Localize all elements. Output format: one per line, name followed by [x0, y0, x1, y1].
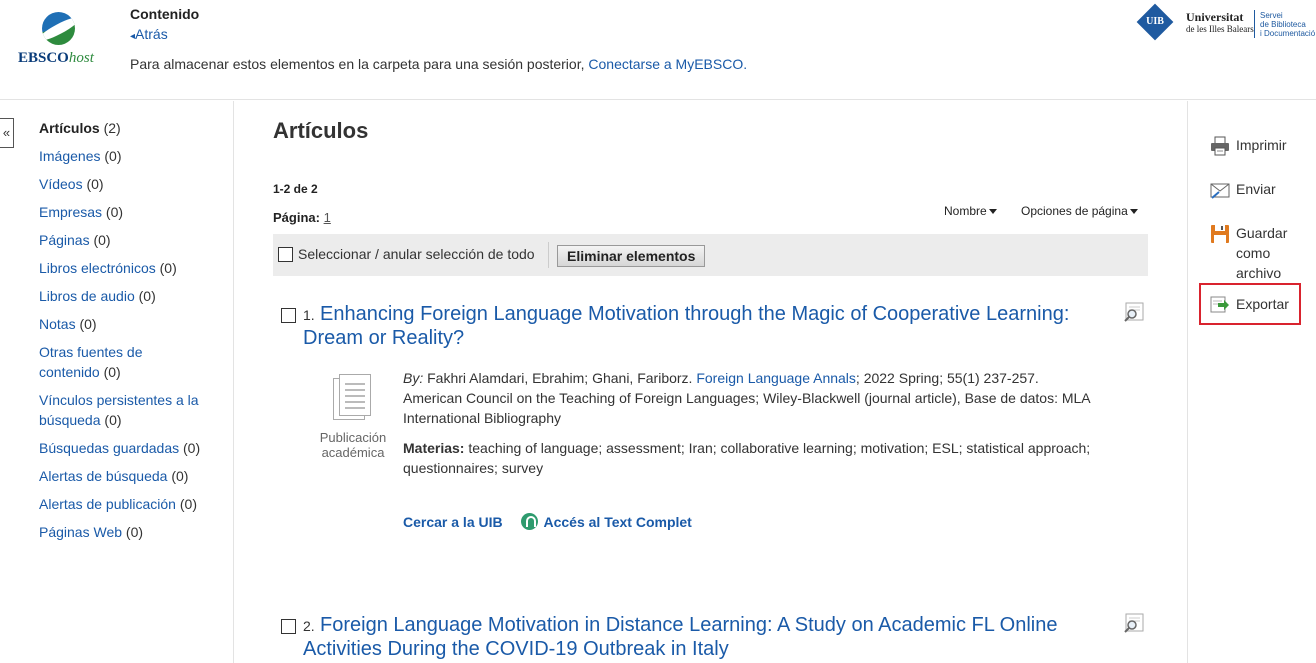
- result-title-link[interactable]: Foreign Language Motivation in Distance …: [303, 613, 1093, 661]
- result-checkbox[interactable]: [281, 308, 296, 323]
- nav-item-libros-de-audio[interactable]: Libros de audio (0): [39, 286, 229, 306]
- export-label: Exportar: [1236, 296, 1289, 312]
- pagination: Página: 1: [273, 210, 331, 225]
- fulltext-icon: [520, 513, 538, 531]
- subjects: Materias: teaching of language; assessme…: [403, 438, 1093, 478]
- nav-item-articulos[interactable]: Artículos (2): [39, 118, 229, 138]
- nav-item-paginas-web[interactable]: Páginas Web (0): [39, 522, 229, 542]
- uib-name-main: Universitat: [1186, 10, 1244, 24]
- cercar-uib-link[interactable]: Cercar a la UIB: [403, 514, 503, 530]
- sort-dropdown[interactable]: Nombre: [944, 204, 997, 218]
- results-range: 1-2 de 2: [273, 182, 318, 196]
- ebsco-brand: EBSCO: [18, 50, 69, 66]
- collapse-sidebar-button[interactable]: «: [0, 118, 14, 148]
- subjects-label: Materias:: [403, 440, 465, 456]
- section-title: Contenido: [130, 6, 200, 22]
- result-title-link[interactable]: Enhancing Foreign Language Motivation th…: [303, 302, 1093, 350]
- nav-item-otras-fuentes[interactable]: Otras fuentes de contenido (0): [39, 342, 169, 382]
- ebsco-brand-suffix: host: [68, 50, 94, 66]
- uib-service-line1: Servei: [1260, 11, 1283, 20]
- chevron-down-icon: [1129, 209, 1138, 215]
- citation: By: Fakhri Alamdari, Ebrahim; Ghani, Far…: [403, 368, 1093, 428]
- uib-badge: UIB: [1146, 16, 1164, 27]
- page-label: Página:: [273, 210, 320, 225]
- envelope-icon: [1210, 183, 1230, 199]
- chevron-down-icon: [988, 209, 997, 215]
- ebsco-logo[interactable]: EBSCOhost: [18, 12, 108, 72]
- delete-items-button[interactable]: Eliminar elementos: [557, 245, 706, 267]
- nav-item-empresas[interactable]: Empresas (0): [39, 202, 229, 222]
- left-divider: [233, 101, 234, 663]
- result-links: Cercar a la UIB Accés al Text Complet: [403, 513, 692, 531]
- printer-icon: [1211, 136, 1229, 156]
- nav-item-paginas[interactable]: Páginas (0): [39, 230, 229, 250]
- subjects-list: teaching of language; assessment; Iran; …: [403, 440, 1091, 476]
- page-options-dropdown[interactable]: Opciones de página: [1021, 204, 1138, 218]
- header: EBSCOhost Contenido ◂Atrás Para almacena…: [0, 0, 1316, 100]
- nav-item-imagenes[interactable]: Imágenes (0): [39, 146, 229, 166]
- uib-name-sub: de les Illes Balears: [1186, 24, 1254, 34]
- uib-name: Universitat de les Illes Balears: [1186, 11, 1254, 35]
- save-label: Guardar como archivo: [1236, 225, 1288, 281]
- back-link[interactable]: ◂Atrás: [130, 26, 168, 42]
- back-label: Atrás: [135, 26, 168, 42]
- journal-link[interactable]: Foreign Language Annals: [696, 370, 856, 386]
- toolbar-separator: [548, 242, 549, 268]
- uib-service: Servei de Biblioteca i Documentació: [1260, 11, 1315, 38]
- authors: Fakhri Alamdari, Ebrahim; Ghani, Faribor…: [427, 370, 693, 386]
- nav-item-notas[interactable]: Notas (0): [39, 314, 229, 334]
- result-details: By: Fakhri Alamdari, Ebrahim; Ghani, Far…: [403, 368, 1093, 478]
- send-label: Enviar: [1236, 181, 1276, 197]
- by-label: By:: [403, 370, 424, 386]
- result-checkbox[interactable]: [281, 619, 296, 634]
- academic-journal-icon: [329, 372, 377, 424]
- nav-item-alertas-de-publicacion[interactable]: Alertas de publicación (0): [39, 494, 229, 514]
- select-all-checkbox[interactable]: [278, 246, 293, 262]
- floppy-disk-icon: [1211, 225, 1229, 243]
- page-number-link[interactable]: 1: [324, 210, 331, 225]
- page-title: Artículos: [273, 118, 369, 143]
- page-options-label: Opciones de página: [1021, 204, 1128, 218]
- publication-type-label: Publicación académica: [319, 430, 387, 460]
- print-label: Imprimir: [1236, 137, 1287, 153]
- publication-type: Publicación académica: [311, 372, 395, 460]
- select-all[interactable]: Seleccionar / anular selección de todo: [278, 246, 535, 262]
- storage-message: Para almacenar estos elementos en la car…: [130, 56, 747, 72]
- export-tool[interactable]: Exportar: [1199, 283, 1301, 325]
- myebsco-signin-link[interactable]: Conectarse a MyEBSCO.: [588, 56, 747, 72]
- storage-message-text: Para almacenar estos elementos en la car…: [130, 56, 585, 72]
- uib-service-line2: de Biblioteca: [1260, 20, 1306, 29]
- nav-item-busquedas-guardadas[interactable]: Búsquedas guardadas (0): [39, 438, 229, 458]
- content-type-nav: Artículos (2) Imágenes (0) Vídeos (0) Em…: [39, 118, 229, 550]
- preview-magnifier-icon[interactable]: [1123, 613, 1145, 633]
- nav-item-libros-electronicos[interactable]: Libros electrónicos (0): [39, 258, 229, 278]
- ebsco-globe-icon: [42, 12, 75, 45]
- preview-magnifier-icon[interactable]: [1123, 302, 1145, 322]
- nav-item-videos[interactable]: Vídeos (0): [39, 174, 229, 194]
- uib-logo[interactable]: UIB Universitat de les Illes Balears Ser…: [1136, 3, 1316, 46]
- nav-item-vinculos-persistentes[interactable]: Vínculos persistentes a la búsqueda (0): [39, 390, 209, 430]
- export-icon: [1210, 296, 1229, 313]
- selection-toolbar: Seleccionar / anular selección de todo E…: [273, 234, 1148, 276]
- uib-separator: [1254, 10, 1255, 38]
- right-divider: [1187, 101, 1188, 663]
- nav-item-alertas-de-busqueda[interactable]: Alertas de búsqueda (0): [39, 466, 229, 486]
- select-all-label: Seleccionar / anular selección de todo: [298, 246, 535, 262]
- sort-label: Nombre: [944, 204, 987, 218]
- fulltext-link[interactable]: Accés al Text Complet: [544, 514, 692, 530]
- uib-service-line3: i Documentació: [1260, 29, 1316, 38]
